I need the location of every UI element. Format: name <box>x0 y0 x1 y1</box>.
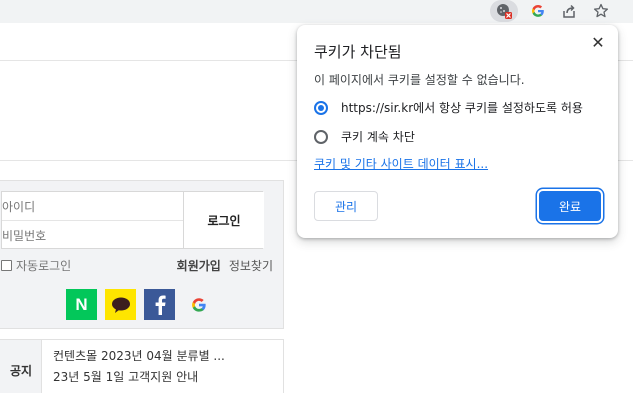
naver-icon: N <box>75 294 88 314</box>
keep-blocking-radio[interactable] <box>314 129 328 144</box>
notice-panel: 공지 컨텐츠몰 2023년 04월 분류별 ... 23년 5월 1일 고객지원… <box>0 339 284 393</box>
google-extension-button[interactable] <box>524 0 552 22</box>
dialog-description: 이 페이지에서 쿠키를 설정할 수 없습니다. <box>314 73 525 87</box>
account-links: 회원가입 정보찾기 <box>177 257 273 274</box>
naver-login-button[interactable]: N <box>66 289 97 320</box>
login-form: 아이디 비밀번호 로그인 <box>1 191 264 250</box>
facebook-icon <box>155 295 166 315</box>
join-link[interactable]: 회원가입 <box>177 257 221 274</box>
login-panel: 아이디 비밀번호 로그인 자동로그인 회원가입 정보찾기 N <box>0 180 284 329</box>
cookie-blocked-dialog: 쿠키가 차단됨 ✕ 이 페이지에서 쿠키를 설정할 수 없습니다. https:… <box>297 25 618 238</box>
keep-blocking-option[interactable]: 쿠키 계속 차단 <box>314 128 415 145</box>
auto-login-label: 자동로그인 <box>16 259 72 273</box>
notice-label: 공지 <box>0 340 42 393</box>
notice-item[interactable]: 컨텐츠몰 2023년 04월 분류별 ... <box>53 346 225 367</box>
auto-login-option[interactable]: 자동로그인 <box>1 257 71 274</box>
share-button[interactable] <box>555 0 583 22</box>
share-icon <box>563 4 575 18</box>
password-placeholder: 비밀번호 <box>2 229 47 243</box>
close-button[interactable]: ✕ <box>588 32 608 52</box>
cookie-blocked-button[interactable] <box>490 0 518 22</box>
google-icon <box>191 297 206 312</box>
google-icon <box>531 5 544 17</box>
social-login: N <box>66 289 214 320</box>
browser-toolbar <box>0 0 633 23</box>
dialog-title: 쿠키가 차단됨 <box>314 43 402 61</box>
id-placeholder: 아이디 <box>2 199 36 214</box>
notice-list: 컨텐츠몰 2023년 04월 분류별 ... 23년 5월 1일 고객지원 안내 <box>53 346 225 388</box>
allow-cookies-radio[interactable] <box>314 100 328 115</box>
manage-button[interactable]: 관리 <box>314 191 378 221</box>
star-icon <box>593 3 609 18</box>
close-icon: ✕ <box>591 32 605 52</box>
kakao-icon <box>111 297 130 313</box>
keep-blocking-label: 쿠키 계속 차단 <box>341 130 415 144</box>
done-button[interactable]: 완료 <box>539 191 601 221</box>
cookie-blocked-icon <box>490 0 518 22</box>
find-account-link[interactable]: 정보찾기 <box>229 257 273 274</box>
login-button[interactable]: 로그인 <box>183 192 264 248</box>
allow-cookies-label: https://sir.kr에서 항상 쿠키를 설정하도록 허용 <box>341 101 583 115</box>
password-input[interactable]: 비밀번호 <box>2 221 183 250</box>
id-input[interactable]: 아이디 <box>2 192 183 221</box>
auto-login-checkbox[interactable] <box>1 260 12 271</box>
bookmark-button[interactable] <box>587 0 615 22</box>
kakao-login-button[interactable] <box>105 289 136 320</box>
google-login-button[interactable] <box>183 289 214 320</box>
facebook-login-button[interactable] <box>144 289 175 320</box>
allow-cookies-option[interactable]: https://sir.kr에서 항상 쿠키를 설정하도록 허용 <box>314 99 583 116</box>
notice-item[interactable]: 23년 5월 1일 고객지원 안내 <box>53 367 225 388</box>
show-cookies-link[interactable]: 쿠키 및 기타 사이트 데이터 표시... <box>314 155 488 172</box>
